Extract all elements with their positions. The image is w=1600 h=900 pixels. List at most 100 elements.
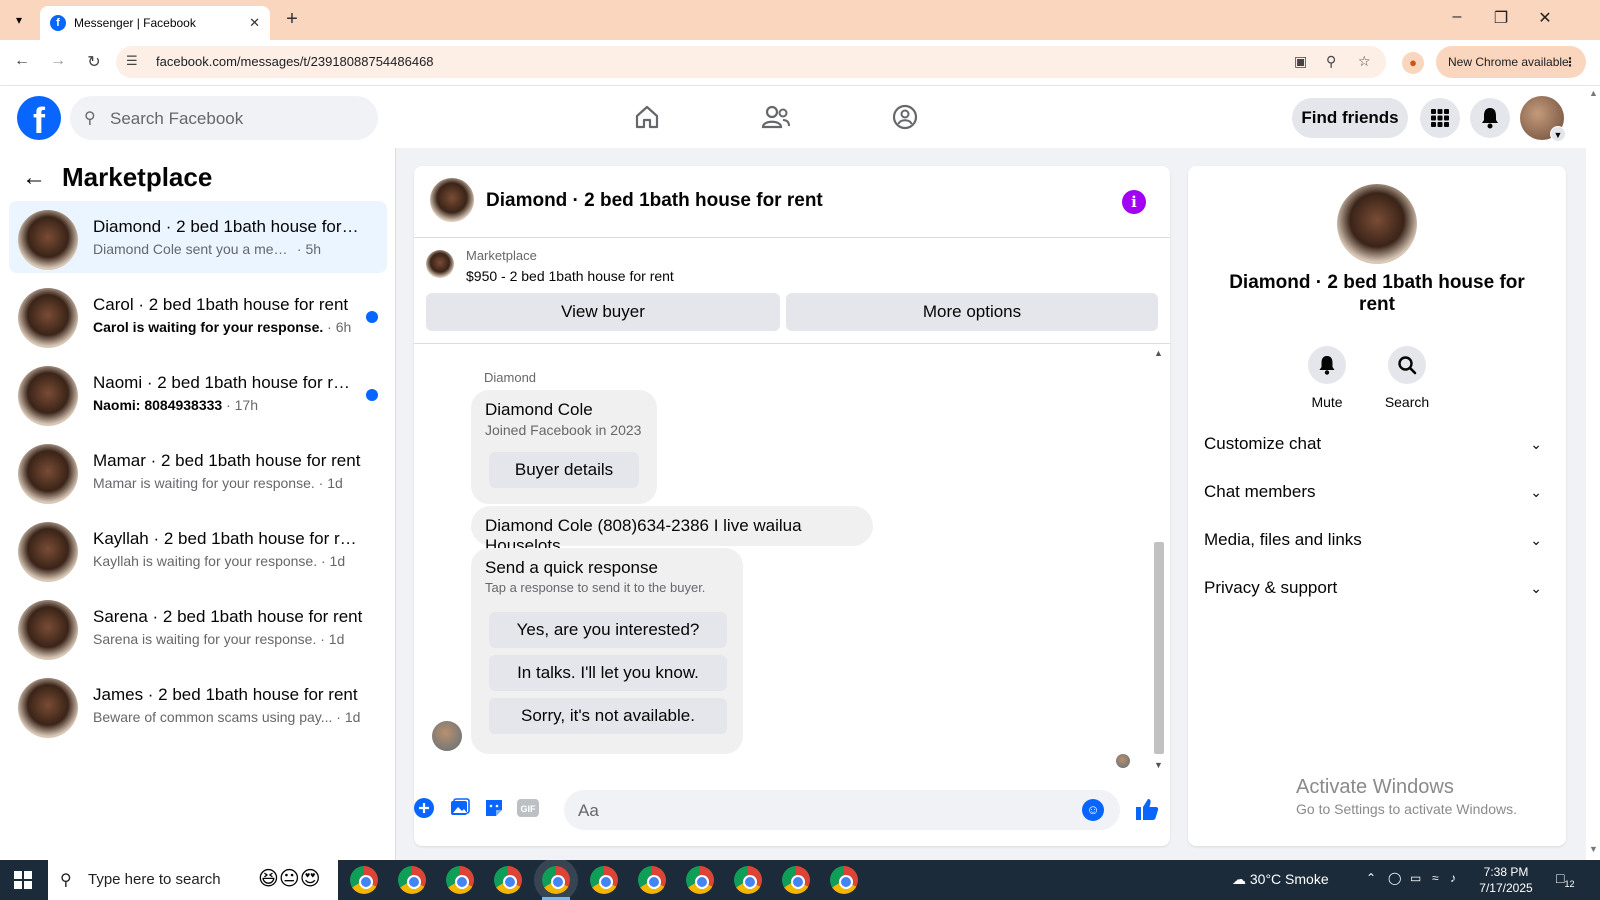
chat-title[interactable]: Diamond · 2 bed 1bath house for rent — [486, 190, 823, 212]
thumbs-up-icon[interactable] — [1134, 796, 1160, 829]
conversation-item[interactable]: Naomi · 2 bed 1bath house for rent Naomi… — [9, 357, 387, 429]
conversation-item[interactable]: Mamar · 2 bed 1bath house for rent Mamar… — [9, 435, 387, 507]
listing-title[interactable]: $950 - 2 bed 1bath house for rent — [466, 268, 674, 284]
sticker-icon[interactable] — [482, 796, 506, 820]
contact-avatar[interactable] — [1337, 184, 1417, 264]
conversation-preview: Kayllah is waiting for your response. — [93, 553, 318, 569]
weather-icon: ☁ — [1232, 871, 1246, 887]
scrollbar-thumb[interactable] — [1154, 542, 1164, 754]
chrome-taskbar-icon[interactable] — [830, 866, 858, 894]
search-highlight-emoji-icon[interactable]: 😆😐😍 — [258, 866, 321, 891]
tab-close-icon[interactable]: ✕ — [249, 15, 260, 31]
chrome-taskbar-icon[interactable] — [398, 866, 426, 894]
chat-members-row[interactable]: Chat members ⌄ — [1204, 472, 1550, 512]
section-label: Media, files and links — [1204, 530, 1362, 549]
tray-meet-icon[interactable]: ◯ — [1388, 871, 1401, 885]
plus-icon[interactable] — [414, 796, 436, 820]
mute-label: Mute — [1311, 394, 1343, 410]
chrome-profile-icon[interactable]: ● — [1402, 52, 1424, 74]
site-settings-icon[interactable]: ☰ — [126, 53, 138, 69]
buyer-details-button[interactable]: Buyer details — [489, 452, 639, 488]
view-buyer-button[interactable]: View buyer — [426, 293, 780, 331]
taskbar-search-box[interactable]: ⚲ Type here to search 😆😐😍 — [48, 860, 338, 900]
quick-response-button[interactable]: In talks. I'll let you know. — [489, 655, 727, 691]
search-icon[interactable] — [1388, 346, 1426, 384]
facebook-search-input[interactable]: ⚲ Search Facebook — [70, 96, 378, 140]
activate-windows-watermark: Activate Windows Go to Settings to activ… — [1296, 776, 1517, 817]
new-chrome-available-button[interactable]: New Chrome available ⋮ — [1436, 46, 1586, 78]
close-window-button[interactable]: ✕ — [1530, 8, 1560, 28]
battery-icon[interactable]: ▭ — [1410, 871, 1421, 885]
page-scroll-up-icon[interactable]: ▲ — [1589, 88, 1598, 98]
gif-icon[interactable]: GIF — [516, 796, 540, 820]
scroll-up-arrow-icon[interactable]: ▲ — [1154, 348, 1163, 358]
friends-icon[interactable] — [758, 100, 794, 134]
chrome-taskbar-icon[interactable] — [638, 866, 666, 894]
facebook-logo-icon[interactable]: f — [17, 96, 61, 140]
conversation-name: Mamar · 2 bed 1bath house for rent — [93, 451, 361, 470]
chrome-taskbar-icon-active[interactable] — [542, 866, 570, 894]
quick-response-button[interactable]: Sorry, it's not available. — [489, 698, 727, 734]
conversation-item[interactable]: Carol · 2 bed 1bath house for rent Carol… — [9, 279, 387, 351]
chrome-taskbar-icon[interactable] — [494, 866, 522, 894]
forward-button[interactable]: → — [46, 52, 70, 70]
chrome-taskbar-icon[interactable] — [782, 866, 810, 894]
message-scrollbar[interactable]: ▲ ▼ — [1152, 348, 1166, 772]
chrome-taskbar-icon[interactable] — [590, 866, 618, 894]
scroll-down-arrow-icon[interactable]: ▼ — [1154, 760, 1163, 770]
wifi-icon[interactable]: ≈ — [1432, 871, 1439, 885]
mute-bell-icon[interactable] — [1308, 346, 1346, 384]
page-scroll-down-icon[interactable]: ▼ — [1589, 844, 1598, 854]
browser-tab[interactable]: f Messenger | Facebook ✕ — [40, 6, 270, 40]
info-icon[interactable]: i — [1122, 190, 1146, 214]
chrome-taskbar-icon[interactable] — [686, 866, 714, 894]
mute-action[interactable]: Mute — [1292, 346, 1362, 410]
customize-chat-row[interactable]: Customize chat ⌄ — [1204, 424, 1550, 464]
taskbar-clock[interactable]: 7:38 PM 7/17/2025 — [1466, 864, 1546, 896]
address-bar[interactable]: ☰ facebook.com/messages/t/23918088754486… — [116, 46, 1386, 78]
message-input[interactable]: Aa ☺ — [564, 790, 1120, 830]
chrome-taskbar-icon[interactable] — [350, 866, 378, 894]
back-arrow-icon[interactable]: ← — [22, 164, 46, 192]
chrome-taskbar-icon[interactable] — [446, 866, 474, 894]
conversation-item[interactable]: James · 2 bed 1bath house for rent Bewar… — [9, 669, 387, 741]
conversation-item[interactable]: Sarena · 2 bed 1bath house for rent Sare… — [9, 591, 387, 663]
install-app-icon[interactable]: ▣ — [1294, 53, 1307, 70]
restore-button[interactable]: ❐ — [1486, 8, 1516, 28]
chat-avatar[interactable] — [430, 178, 474, 222]
conversation-item[interactable]: Kayllah · 2 bed 1bath house for rent Kay… — [9, 513, 387, 585]
back-button[interactable]: ← — [10, 52, 34, 70]
media-files-links-row[interactable]: Media, files and links ⌄ — [1204, 520, 1550, 560]
bookmark-star-icon[interactable]: ☆ — [1358, 53, 1371, 70]
reload-button[interactable]: ↻ — [82, 52, 106, 72]
page-scrollbar[interactable]: ▲ ▼ — [1586, 86, 1600, 860]
emoji-icon[interactable]: ☺ — [1082, 799, 1104, 821]
listing-thumbnail[interactable] — [426, 250, 454, 278]
conversation-avatar — [18, 522, 78, 582]
search-action[interactable]: Search — [1372, 346, 1442, 410]
new-tab-button[interactable]: + — [280, 8, 304, 31]
find-friends-button[interactable]: Find friends — [1292, 98, 1408, 138]
volume-icon[interactable]: ♪ — [1450, 871, 1456, 885]
account-avatar[interactable]: ▼ — [1520, 96, 1566, 142]
tray-chevron-up-icon[interactable]: ⌃ — [1366, 871, 1376, 885]
conversation-preview: Diamond Cole sent you a message ab... — [93, 241, 293, 257]
menu-grid-icon[interactable] — [1420, 98, 1460, 138]
message-composer: GIF Aa ☺ — [414, 774, 1170, 846]
chrome-menu-icon[interactable]: ⋮ — [1564, 46, 1576, 78]
minimize-button[interactable]: – — [1442, 8, 1472, 26]
notifications-bell-icon[interactable] — [1470, 98, 1510, 138]
chrome-taskbar-icon[interactable] — [734, 866, 762, 894]
more-options-button[interactable]: More options — [786, 293, 1158, 331]
notification-center-icon[interactable]: □12 — [1556, 870, 1574, 889]
home-icon[interactable] — [629, 100, 665, 134]
conversation-item[interactable]: Diamond · 2 bed 1bath house for rent Dia… — [9, 201, 387, 273]
quick-response-button[interactable]: Yes, are you interested? — [489, 612, 727, 648]
groups-icon[interactable] — [887, 100, 923, 134]
weather-widget[interactable]: ☁ 30°C Smoke — [1232, 871, 1329, 888]
photo-icon[interactable] — [448, 796, 472, 820]
windows-start-icon[interactable] — [14, 871, 32, 889]
privacy-support-row[interactable]: Privacy & support ⌄ — [1204, 568, 1550, 608]
tab-search-button[interactable]: ▾ — [6, 8, 32, 32]
zoom-icon[interactable]: ⚲ — [1326, 53, 1336, 70]
